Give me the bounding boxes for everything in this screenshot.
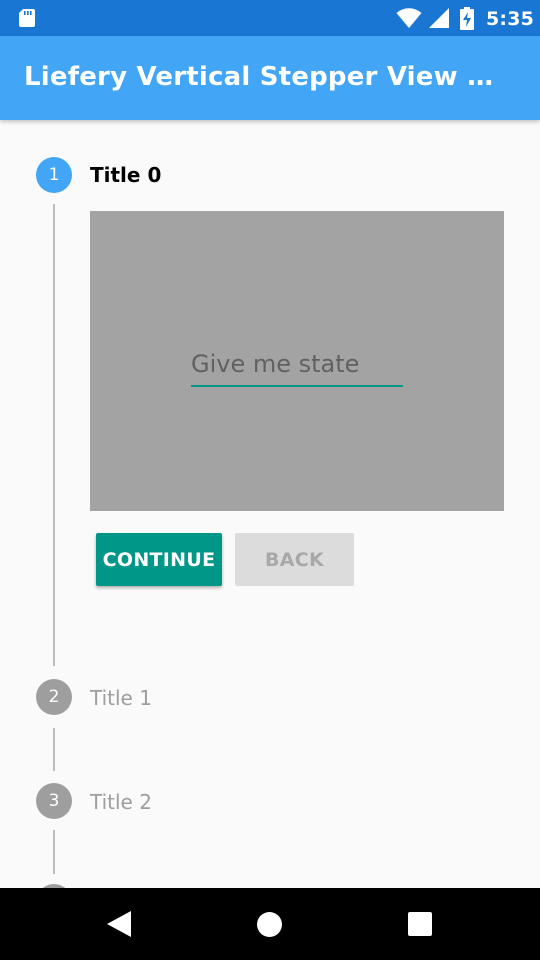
state-input[interactable] [191,345,403,383]
state-input-underline [191,345,403,387]
step-3-indicator[interactable]: 3 [36,783,72,819]
status-clock: 5:35 [486,8,535,30]
step-3-title[interactable]: Title 2 [90,790,152,814]
step-content-card [90,211,504,511]
wifi-icon [396,8,422,28]
step-1-indicator[interactable]: 1 [36,157,72,193]
cell-signal-icon [429,8,449,28]
app-bar: Liefery Vertical Stepper View Sam… [0,36,540,120]
app-title: Liefery Vertical Stepper View Sam… [24,62,504,92]
sd-card-icon [19,9,35,27]
step-2-title[interactable]: Title 1 [90,686,152,710]
step-connector-2 [53,728,55,771]
step-connector-3 [53,830,55,874]
home-icon[interactable] [256,911,283,938]
step-2-indicator[interactable]: 2 [36,679,72,715]
back-icon[interactable] [106,910,132,938]
continue-button[interactable]: CONTINUE [96,533,222,586]
step-connector-1 [53,204,55,666]
recents-icon[interactable] [407,911,433,937]
back-button[interactable]: BACK [235,533,354,586]
step-1-title[interactable]: Title 0 [90,163,161,187]
battery-charging-icon [460,7,474,30]
status-bar: 5:35 [0,0,540,36]
